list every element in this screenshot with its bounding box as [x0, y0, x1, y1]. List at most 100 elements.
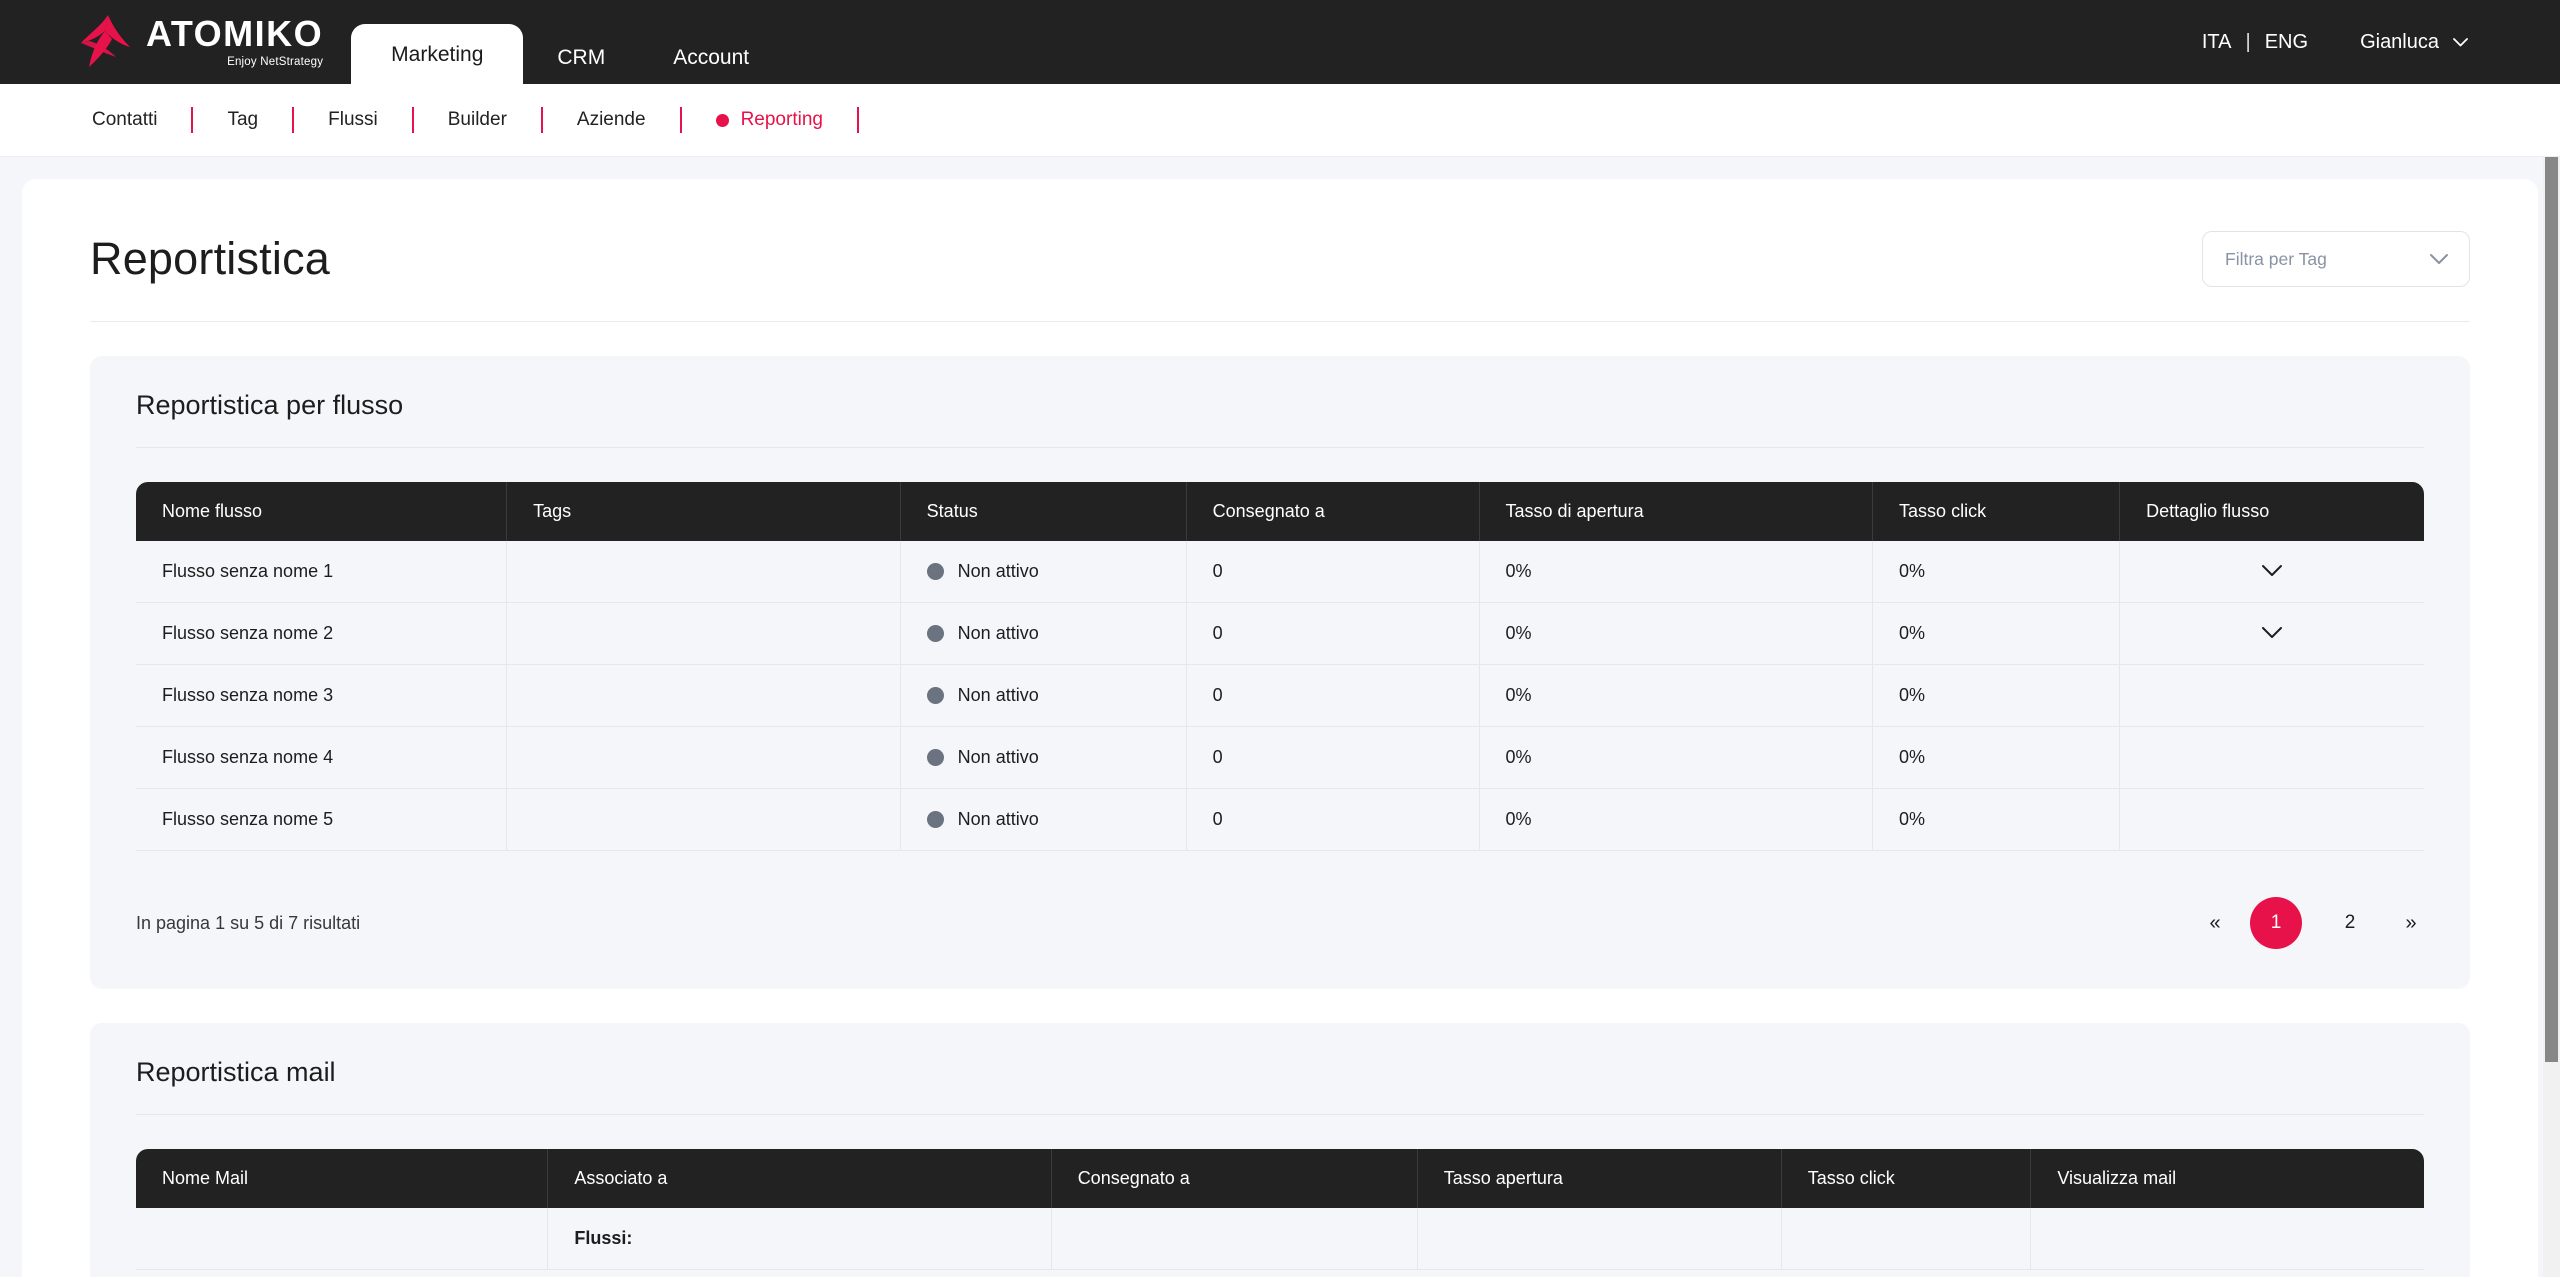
subnav-label: Aziende — [576, 109, 646, 130]
sidebar-item-builder[interactable]: Builder — [414, 109, 541, 131]
pagination-page-2[interactable]: 2 — [2324, 897, 2376, 949]
cell-apertura: 0% — [1479, 664, 1874, 727]
page-header: Reportistica Filtra per Tag — [90, 179, 2470, 322]
brand-name: ATOMIKO — [146, 13, 324, 54]
cell-nome-flusso: Flusso senza nome 5 — [136, 788, 508, 851]
chevron-down-icon — [2453, 37, 2468, 46]
col-consegnato-a[interactable]: Consegnato a — [1051, 1149, 1418, 1208]
pagination-last-button[interactable]: » — [2398, 912, 2424, 935]
table-body: Flussi: — [136, 1208, 2424, 1270]
cell-associato-a: Flussi: — [547, 1208, 1052, 1270]
table-row[interactable]: Flusso senza nome 4 Non attivo 0 0% 0% — [136, 726, 2424, 789]
col-consegnato-a[interactable]: Consegnato a — [1186, 482, 1480, 541]
status-dot-icon — [926, 563, 944, 580]
language-eng[interactable]: ENG — [2251, 31, 2322, 54]
user-menu[interactable]: Gianluca — [2360, 31, 2468, 54]
status-badge: Non attivo — [957, 623, 1039, 643]
atomiko-logo-icon — [81, 15, 130, 67]
cell-visualizza — [2030, 1208, 2424, 1270]
brand-logo[interactable]: ATOMIKO Enjoy NetStrategy — [78, 0, 323, 84]
cell-status: Non attivo — [900, 541, 1187, 603]
cell-tags — [506, 788, 901, 851]
table-row[interactable]: Flusso senza nome 1 Non attivo 0 0% 0% — [136, 541, 2424, 603]
col-tasso-click[interactable]: Tasso click — [1872, 482, 2121, 541]
cell-consegnato: 0 — [1186, 726, 1480, 789]
table-header-row: Nome flusso Tags Status Consegnato a Tas… — [136, 482, 2424, 541]
mail-report-title: Reportistica mail — [136, 1057, 2424, 1115]
page-body: Reportistica Filtra per Tag Reportistica… — [0, 157, 2560, 1277]
table-header: Nome flusso Tags Status Consegnato a Tas… — [136, 482, 2424, 541]
flow-report-table: Nome flusso Tags Status Consegnato a Tas… — [136, 482, 2424, 851]
tab-crm[interactable]: CRM — [523, 32, 639, 84]
col-tasso-click[interactable]: Tasso click — [1781, 1149, 2032, 1208]
tab-account[interactable]: Account — [639, 32, 783, 84]
subnav-label: Builder — [447, 109, 507, 130]
col-nome-flusso[interactable]: Nome flusso — [136, 482, 508, 541]
flow-report-card: Reportistica per flusso Nome flusso Tags… — [90, 356, 2470, 989]
cell-apertura: 0% — [1479, 602, 1874, 665]
page-scrollbar-thumb[interactable] — [2545, 157, 2558, 1062]
cell-click: 0% — [1872, 788, 2121, 851]
status-badge: Non attivo — [957, 809, 1039, 829]
table-row[interactable]: Flusso senza nome 5 Non attivo 0 0% 0% — [136, 788, 2424, 851]
col-dettaglio[interactable]: Dettaglio flusso — [2119, 482, 2424, 541]
col-associato-a[interactable]: Associato a — [547, 1149, 1052, 1208]
sidebar-item-flussi[interactable]: Flussi — [294, 109, 412, 131]
pagination-page-1[interactable]: 1 — [2250, 897, 2302, 949]
tag-filter-placeholder: Filtra per Tag — [2225, 248, 2327, 269]
tag-filter-select[interactable]: Filtra per Tag — [2202, 231, 2470, 287]
cell-consegnato: 0 — [1186, 602, 1480, 665]
page-title: Reportistica — [90, 233, 330, 284]
cell-dettaglio — [2119, 788, 2424, 851]
cell-dettaglio — [2119, 664, 2424, 727]
sidebar-item-contatti[interactable]: Contatti — [58, 109, 191, 131]
cell-apertura — [1417, 1208, 1782, 1270]
cell-dettaglio — [2119, 726, 2424, 789]
pagination-controls: « 1 2 » — [2202, 897, 2424, 949]
col-tasso-apertura[interactable]: Tasso di apertura — [1479, 482, 1874, 541]
mail-report-card: Reportistica mail Nome Mail Associato a … — [90, 1023, 2470, 1277]
col-status[interactable]: Status — [900, 482, 1187, 541]
cell-nome-flusso: Flusso senza nome 1 — [136, 541, 508, 603]
cell-click — [1781, 1208, 2032, 1270]
cell-status: Non attivo — [900, 788, 1187, 851]
col-tags[interactable]: Tags — [506, 482, 901, 541]
sidebar-item-tag[interactable]: Tag — [193, 109, 292, 131]
chevron-down-icon[interactable] — [2261, 564, 2283, 577]
col-nome-mail[interactable]: Nome Mail — [136, 1149, 549, 1208]
chevron-down-icon[interactable] — [2261, 626, 2283, 639]
cell-nome-flusso: Flusso senza nome 2 — [136, 602, 508, 665]
sidebar-item-aziende[interactable]: Aziende — [543, 109, 680, 131]
pagination-first-button[interactable]: « — [2202, 912, 2228, 935]
table-row[interactable]: Flusso senza nome 3 Non attivo 0 0% 0% — [136, 664, 2424, 727]
table-row[interactable]: Flussi: — [136, 1208, 2424, 1270]
cell-nome-flusso: Flusso senza nome 3 — [136, 664, 508, 727]
cell-dettaglio[interactable] — [2119, 541, 2424, 603]
cell-click: 0% — [1872, 541, 2121, 603]
sidebar-item-reporting[interactable]: Reporting — [682, 109, 857, 131]
table-header-row: Nome Mail Associato a Consegnato a Tasso… — [136, 1149, 2424, 1208]
table-header: Nome Mail Associato a Consegnato a Tasso… — [136, 1149, 2424, 1208]
content-sheet: Reportistica Filtra per Tag Reportistica… — [22, 179, 2538, 1277]
flow-report-title: Reportistica per flusso — [136, 390, 2424, 448]
col-tasso-apertura[interactable]: Tasso apertura — [1417, 1149, 1782, 1208]
active-indicator-dot-icon — [715, 113, 729, 127]
table-body: Flusso senza nome 1 Non attivo 0 0% 0% F… — [136, 541, 2424, 851]
subnav-label: Contatti — [92, 109, 158, 130]
cell-apertura: 0% — [1479, 726, 1874, 789]
status-dot-icon — [926, 811, 944, 828]
subnav-label: Flussi — [328, 109, 378, 130]
table-row[interactable]: Flusso senza nome 2 Non attivo 0 0% 0% — [136, 602, 2424, 665]
col-visualizza-mail[interactable]: Visualizza mail — [2030, 1149, 2424, 1208]
pagination: In pagina 1 su 5 di 7 risultati « 1 2 » — [136, 897, 2424, 949]
cell-click: 0% — [1872, 726, 2121, 789]
tab-marketing[interactable]: Marketing — [351, 24, 524, 84]
cell-status: Non attivo — [900, 726, 1187, 789]
language-ita[interactable]: ITA — [2188, 31, 2246, 54]
cell-consegnato: 0 — [1186, 664, 1480, 727]
mail-report-table: Nome Mail Associato a Consegnato a Tasso… — [136, 1149, 2424, 1270]
page-scrollbar-track[interactable] — [2543, 157, 2560, 1277]
cell-tags — [506, 602, 901, 665]
header-right-cluster: ITA | ENG Gianluca — [2188, 0, 2468, 84]
cell-dettaglio[interactable] — [2119, 602, 2424, 665]
